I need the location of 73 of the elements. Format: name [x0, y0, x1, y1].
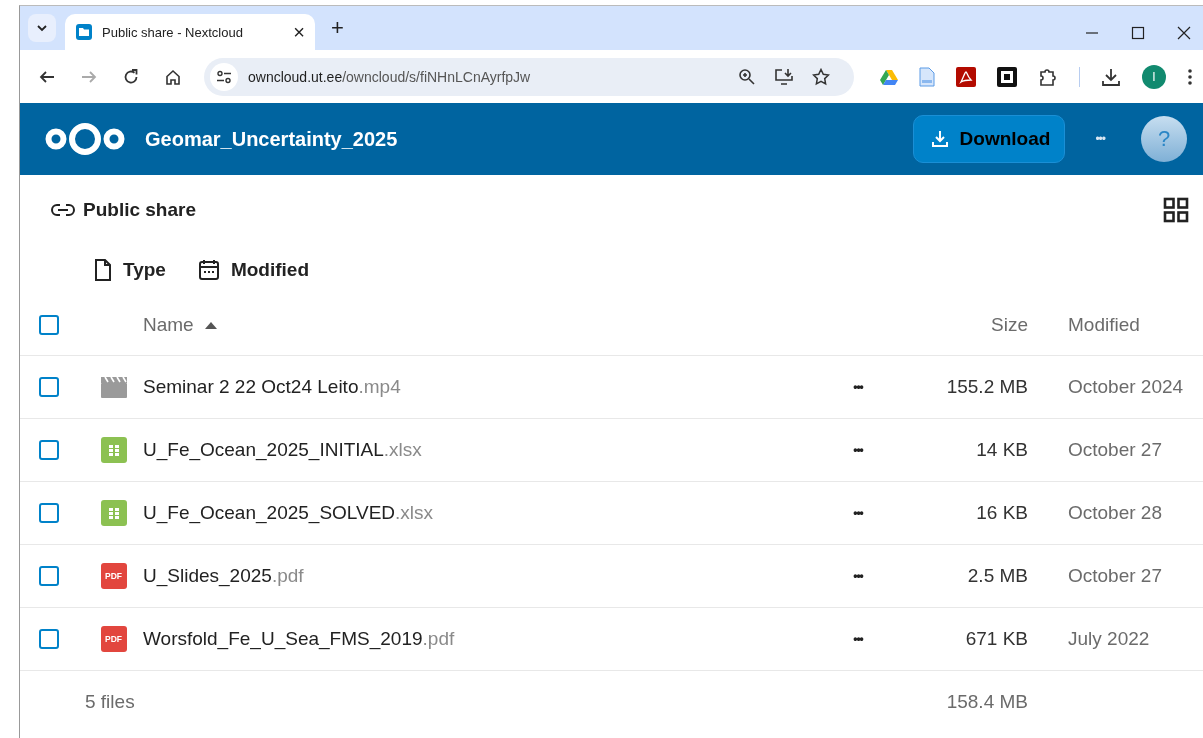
- tab-list-button[interactable]: [28, 14, 56, 42]
- site-info-button[interactable]: [210, 62, 238, 91]
- folder-icon: [75, 23, 93, 41]
- size-cell: 2.5 MB: [967, 565, 1028, 587]
- actions-button[interactable]: •••: [853, 380, 863, 394]
- spreadsheet-icon: [100, 437, 127, 463]
- grid-view-icon[interactable]: [1163, 197, 1189, 223]
- pdf-file-icon: PDF: [100, 563, 127, 589]
- download-button[interactable]: Download: [912, 115, 1066, 163]
- new-tab-button[interactable]: +: [331, 15, 344, 41]
- name-column-header[interactable]: Name: [143, 314, 194, 336]
- size-cell: 14 KB: [976, 439, 1028, 461]
- spreadsheet-icon: [100, 500, 127, 526]
- calendar-icon: [197, 259, 220, 281]
- file-icon: [94, 259, 112, 281]
- pdf-reader-icon[interactable]: [956, 66, 976, 87]
- modified-cell: October 27: [1068, 439, 1162, 460]
- row-checkbox[interactable]: [39, 440, 59, 460]
- actions-button[interactable]: •••: [853, 506, 863, 520]
- install-icon[interactable]: [774, 67, 794, 86]
- size-cell: 671 KB: [965, 628, 1028, 650]
- row-checkbox[interactable]: [39, 503, 59, 523]
- size-column-header[interactable]: Size: [991, 314, 1028, 336]
- size-cell: 155.2 MB: [946, 376, 1028, 398]
- clapperboard-icon: [99, 375, 128, 399]
- download-icon[interactable]: [1101, 66, 1121, 87]
- file-count: 5 files: [85, 691, 135, 713]
- modified-filter-button[interactable]: Modified: [191, 255, 316, 285]
- more-button[interactable]: •••: [1095, 132, 1105, 146]
- actions-button[interactable]: •••: [853, 632, 863, 646]
- file-name[interactable]: Seminar 2 22 Oct24 Leito.mp4: [143, 376, 401, 398]
- zoom-icon[interactable]: [738, 67, 756, 86]
- share-label: Public share: [83, 199, 196, 221]
- row-checkbox[interactable]: [39, 629, 59, 649]
- sort-ascending-icon: [203, 321, 218, 329]
- puzzle-icon[interactable]: [1038, 66, 1058, 87]
- file-name[interactable]: U_Fe_Ocean_2025_INITIAL.xlsx: [143, 439, 422, 461]
- maximize-icon[interactable]: [1131, 26, 1145, 40]
- close-tab-button[interactable]: ×: [293, 20, 305, 44]
- size-cell: 16 KB: [976, 502, 1028, 524]
- address-bar[interactable]: owncloud.ut.ee/owncloud/s/fiNHnLCnAyrfpJw: [204, 57, 854, 96]
- home-icon[interactable]: [164, 67, 182, 86]
- select-all-checkbox[interactable]: [39, 315, 59, 335]
- modified-cell: July 2022: [1068, 628, 1150, 649]
- link-icon: [51, 203, 75, 217]
- download-icon: [929, 129, 950, 149]
- modified-cell: October 2024: [1068, 376, 1184, 397]
- modified-cell: October 27: [1068, 565, 1162, 586]
- chevron-down-icon: [36, 24, 48, 32]
- star-icon[interactable]: [812, 67, 830, 86]
- tune-icon: [216, 69, 232, 84]
- share-title: Geomar_Uncertainty_2025: [145, 127, 398, 151]
- type-filter-button[interactable]: Type: [88, 255, 172, 285]
- triangle-logo-icon[interactable]: [880, 68, 898, 85]
- actions-button[interactable]: •••: [853, 443, 863, 457]
- menu-icon[interactable]: [1187, 67, 1193, 86]
- modified-cell: October 28: [1068, 502, 1162, 523]
- profile-avatar[interactable]: I: [1142, 64, 1166, 89]
- row-checkbox[interactable]: [39, 377, 59, 397]
- total-size: 158.4 MB: [946, 691, 1028, 713]
- close-icon[interactable]: [1177, 26, 1191, 40]
- square-frame-icon[interactable]: [997, 66, 1017, 87]
- file-name[interactable]: Worsfold_Fe_U_Sea_FMS_2019.pdf: [143, 628, 455, 650]
- modified-column-header[interactable]: Modified: [1068, 314, 1140, 335]
- file-name[interactable]: U_Fe_Ocean_2025_SOLVED.xlsx: [143, 502, 434, 524]
- url-text: owncloud.ut.ee/owncloud/s/fiNHnLCnAyrfpJw: [248, 68, 531, 85]
- pdf-file-icon: PDF: [100, 626, 127, 652]
- actions-button[interactable]: •••: [853, 569, 863, 583]
- browser-tab[interactable]: Public share - Nextcloud ×: [65, 14, 315, 50]
- row-checkbox[interactable]: [39, 566, 59, 586]
- reload-icon[interactable]: [122, 67, 140, 86]
- file-name[interactable]: U_Slides_2025.pdf: [143, 565, 304, 587]
- tab-title: Public share - Nextcloud: [102, 24, 244, 40]
